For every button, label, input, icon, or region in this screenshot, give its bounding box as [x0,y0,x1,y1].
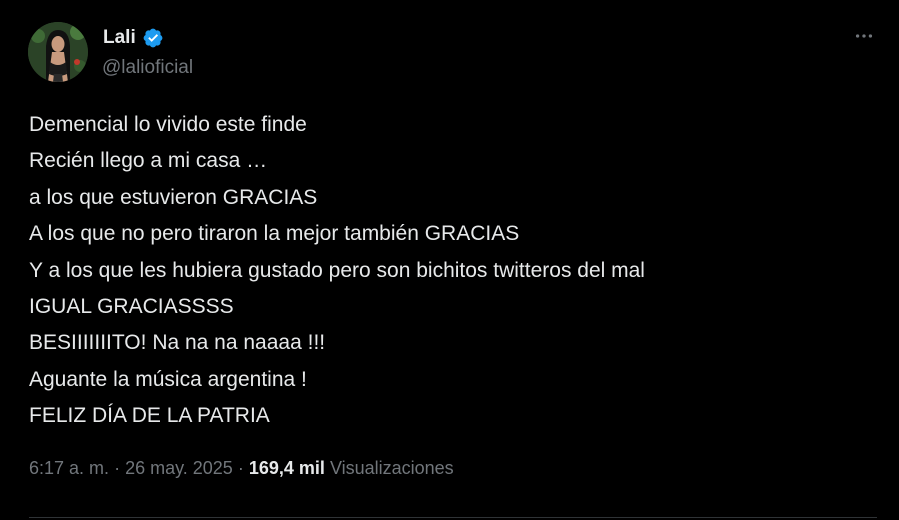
meta-separator: · [237,458,244,478]
tweet-timestamp-link[interactable]: 6:17 a. m. · 26 may. 2025 [29,458,233,478]
author-handle[interactable]: @lalioficial [102,56,193,80]
tweet-line: FELIZ DÍA DE LA PATRIA [29,404,270,428]
divider [29,517,877,518]
tweet-line: Aguante la música argentina ! [29,367,307,391]
tweet-line: a los que estuvieron GRACIAS [29,185,318,209]
verified-badge-icon [142,27,164,49]
more-horizontal-icon [855,34,873,38]
tweet-line: A los que no pero tiraron la mejor tambi… [29,222,520,246]
tweet-date: 26 may. 2025 [125,458,233,478]
avatar[interactable] [28,22,88,82]
avatar-image [28,22,88,82]
views-label: Visualizaciones [329,458,454,478]
tweet-line: BESIIIIIIITO! Na na na naaaa !!! [29,331,326,355]
tweet-line: Demencial lo vivido este finde [29,113,307,136]
tweet-line: Recién llego a mi casa … [29,149,268,173]
author-name-row: Lali [103,26,164,50]
tweet-text: Demencial lo vivido este finde Recién ll… [29,107,869,435]
tweet-card: Lali @lalioficial Demencial lo vivido es… [0,0,899,520]
tweet-time: 6:17 a. m. [29,458,110,478]
more-options-button[interactable] [849,24,879,48]
tweet-metadata: 6:17 a. m. · 26 may. 2025 · 169,4 mil Vi… [29,456,454,480]
meta-separator: · [114,458,121,478]
views-count: 169,4 mil [248,458,325,478]
tweet-line: Y a los que les hubiera gustado pero son… [29,258,645,282]
tweet-line: IGUAL GRACIASSSS [29,295,234,319]
display-name[interactable]: Lali [103,26,136,50]
